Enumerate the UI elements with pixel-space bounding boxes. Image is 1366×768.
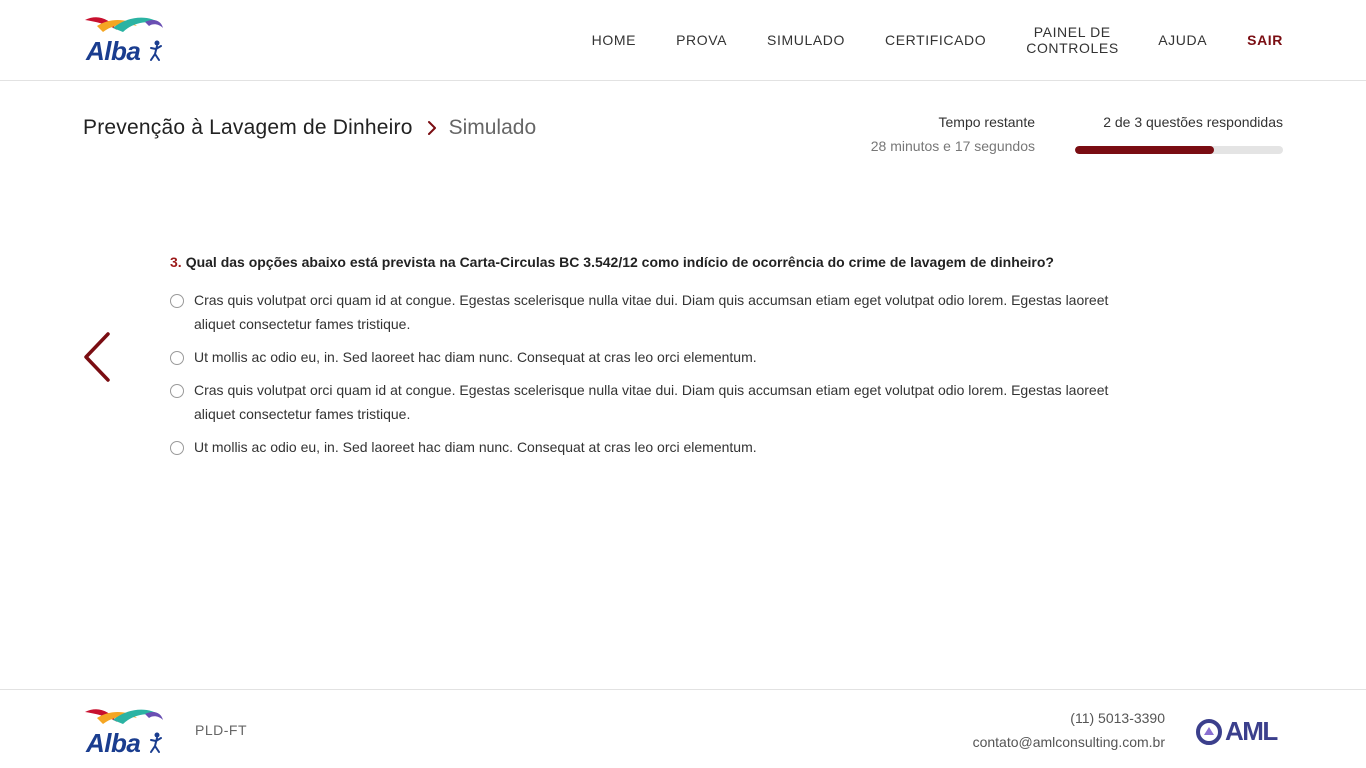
figure-icon [150,732,162,753]
radio-button[interactable] [170,441,184,455]
alba-logo-text: Alba [86,36,141,66]
previous-question-button[interactable] [80,330,114,384]
answer-option-text: Cras quis volutpat orci quam id at congu… [194,292,1109,332]
question-number: 3. [170,254,182,270]
radio-button[interactable] [170,294,184,308]
alba-logo[interactable]: Alba [83,14,165,66]
nav-painel-de-controles[interactable]: PAINEL DE CONTROLES [1026,24,1118,56]
chevron-left-icon [84,332,110,382]
nav-certificado[interactable]: CERTIFICADO [885,32,986,48]
nav-home[interactable]: HOME [592,32,636,48]
footer-tag: PLD-FT [195,722,247,738]
nav-simulado[interactable]: SIMULADO [767,32,845,48]
question-text: Qual das opções abaixo está prevista na … [185,254,1054,270]
page-footer: Alba PLD-FT (11) 5013-3390 contato@amlco… [0,689,1366,768]
answer-option[interactable]: Ut mollis ac odio eu, in. Sed laoreet ha… [170,349,1130,369]
radio-button[interactable] [170,351,184,365]
breadcrumb-course[interactable]: Prevenção à Lavagem de Dinheiro [83,116,413,140]
figure-icon [150,40,162,61]
answer-option[interactable]: Cras quis volutpat orci quam id at congu… [170,292,1130,336]
footer-alba-logo-text: Alba [86,728,141,758]
answer-option-text: Cras quis volutpat orci quam id at congu… [194,382,1109,422]
question-title: 3. Qual das opções abaixo está prevista n… [170,253,1130,271]
nav-ajuda[interactable]: AJUDA [1158,32,1207,48]
time-remaining-label: Tempo restante [938,114,1036,130]
time-remaining-value: 28 minutos e 17 segundos [870,138,1035,154]
nav-sair[interactable]: SAIR [1247,32,1283,48]
chevron-right-icon [427,120,437,136]
question-block: 3. Qual das opções abaixo está prevista n… [170,253,1130,472]
breadcrumb: Prevenção à Lavagem de Dinheiro Simulado [83,114,536,142]
radio-button[interactable] [170,384,184,398]
top-header: Alba HOME PROVA SIMULADO CERTIFICADO PAI… [0,0,1366,81]
progress-fill [1075,146,1214,154]
answer-option[interactable]: Cras quis volutpat orci quam id at congu… [170,382,1130,426]
main-nav: HOME PROVA SIMULADO CERTIFICADO PAINEL D… [552,0,1283,80]
aml-logo-text: AML [1225,716,1278,746]
footer-contact: (11) 5013-3390 contato@amlconsulting.com… [973,710,1165,750]
answered-progress: 2 de 3 questões respondidas [1075,114,1283,154]
aml-circle-icon [1196,718,1222,745]
answer-option-text: Ut mollis ac odio eu, in. Sed laoreet ha… [194,439,757,455]
breadcrumb-current: Simulado [448,116,537,139]
nav-prova[interactable]: PROVA [676,32,727,48]
time-remaining: Tempo restante 28 minutos e 17 segundos [871,114,1035,154]
answer-option-text: Ut mollis ac odio eu, in. Sed laoreet ha… [194,349,757,365]
answered-progress-label: 2 de 3 questões respondidas [1103,114,1283,130]
answer-option[interactable]: Ut mollis ac odio eu, in. Sed laoreet ha… [170,439,1130,459]
answer-options: Cras quis volutpat orci quam id at congu… [170,292,1130,459]
progress-track [1075,146,1283,154]
aml-logo[interactable]: AML [1196,716,1278,747]
footer-email[interactable]: contato@amlconsulting.com.br [973,734,1165,750]
footer-phone[interactable]: (11) 5013-3390 [973,710,1165,726]
footer-alba-logo[interactable]: Alba [83,706,165,758]
